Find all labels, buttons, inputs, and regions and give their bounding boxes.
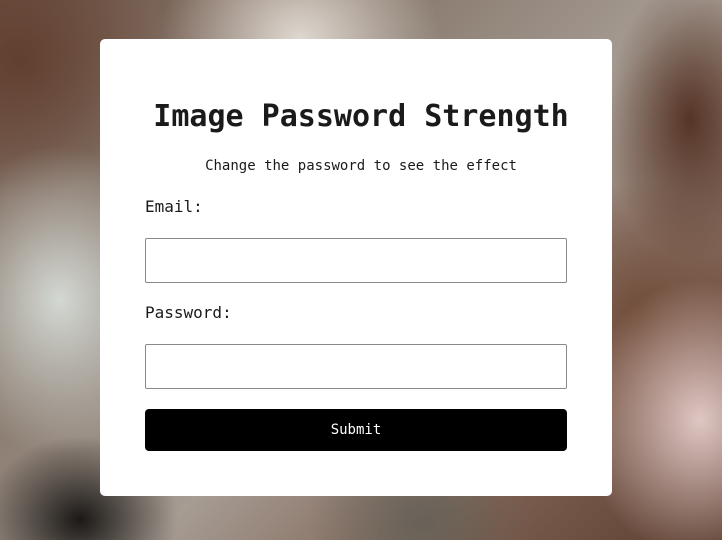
password-field[interactable] [145, 344, 567, 389]
email-field[interactable] [145, 238, 567, 283]
email-label: Email: [145, 197, 203, 216]
login-card: Image Password Strength Change the passw… [0, 0, 722, 540]
page-subtitle: Change the password to see the effect [205, 158, 517, 174]
password-label: Password: [145, 303, 232, 322]
page-title: Image Password Strength [153, 99, 569, 134]
submit-button[interactable]: Submit [145, 409, 567, 451]
